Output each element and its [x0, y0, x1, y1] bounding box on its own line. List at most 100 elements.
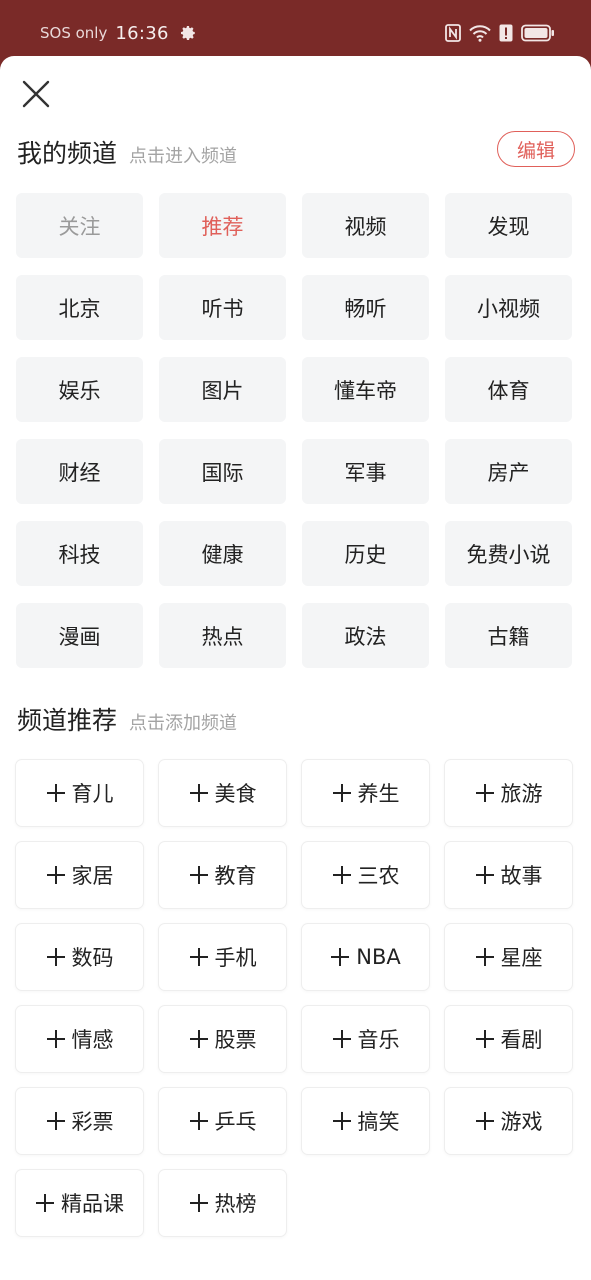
- my-channel-chip[interactable]: 发现: [445, 193, 572, 258]
- my-channel-chip[interactable]: 政法: [302, 603, 429, 668]
- recommended-channel-label: 精品课: [61, 1192, 124, 1216]
- recommended-channel-label: 养生: [357, 782, 400, 806]
- recommended-channel-label: 教育: [214, 864, 257, 888]
- my-channel-chip[interactable]: 古籍: [445, 603, 572, 668]
- alert-icon: [499, 24, 513, 42]
- recommended-channel-chip[interactable]: 游戏: [445, 1088, 572, 1154]
- plus-icon: [189, 1030, 208, 1048]
- my-channel-chip[interactable]: 视频: [302, 193, 429, 258]
- my-channel-chip[interactable]: 娱乐: [16, 357, 143, 422]
- plus-icon: [475, 948, 494, 966]
- carrier-text: SOS only: [40, 24, 108, 42]
- my-channel-chip[interactable]: 懂车帝: [302, 357, 429, 422]
- recommended-channel-label: 看剧: [500, 1028, 543, 1052]
- my-channel-chip[interactable]: 图片: [159, 357, 286, 422]
- my-channel-chip[interactable]: 财经: [16, 439, 143, 504]
- recommended-channel-label: NBA: [356, 945, 401, 969]
- my-channel-chip[interactable]: 听书: [159, 275, 286, 340]
- plus-icon: [189, 1112, 208, 1130]
- recommended-channel-chip[interactable]: 情感: [16, 1006, 143, 1072]
- plus-icon: [46, 1030, 65, 1048]
- nfc-icon: [445, 24, 461, 42]
- wifi-icon: [469, 25, 491, 42]
- plus-icon: [46, 866, 65, 884]
- recommended-channel-chip[interactable]: 旅游: [445, 760, 572, 826]
- plus-icon: [475, 1112, 494, 1130]
- recommended-title: 频道推荐: [17, 706, 118, 735]
- recommended-channel-chip[interactable]: 音乐: [302, 1006, 429, 1072]
- recommended-channel-chip[interactable]: 养生: [302, 760, 429, 826]
- recommended-channel-label: 情感: [71, 1028, 114, 1052]
- recommended-channel-chip[interactable]: 搞笑: [302, 1088, 429, 1154]
- recommended-channel-chip[interactable]: 数码: [16, 924, 143, 990]
- plus-icon: [332, 784, 351, 802]
- recommended-channel-label: 音乐: [357, 1028, 400, 1052]
- recommended-channel-chip[interactable]: 三农: [302, 842, 429, 908]
- recommended-channel-label: 美食: [214, 782, 257, 806]
- my-channel-chip[interactable]: 漫画: [16, 603, 143, 668]
- recommended-grid: 育儿 美食 养生 旅游家居 教育 三农 故事数码 手机 NBA 星座情感 股票 音乐 看剧彩票 乒乓 搞笑 游…: [16, 760, 574, 1236]
- recommended-channel-chip[interactable]: 乒乓: [159, 1088, 286, 1154]
- plus-icon: [46, 784, 65, 802]
- recommended-channel-chip[interactable]: 育儿: [16, 760, 143, 826]
- recommended-channel-label: 股票: [214, 1028, 257, 1052]
- channel-sheet: 我的频道 点击进入频道 编辑 关注 推荐 视频 发现 北京 听书 畅听 小视频 娱乐 图片 懂车帝体…: [0, 56, 591, 1280]
- my-channel-chip[interactable]: 北京: [16, 275, 143, 340]
- recommended-channel-chip[interactable]: 彩票: [16, 1088, 143, 1154]
- my-channel-chip[interactable]: 科技: [16, 521, 143, 586]
- my-channel-chip[interactable]: 小视频: [445, 275, 572, 340]
- plus-icon: [475, 866, 494, 884]
- clock: 16:36: [115, 22, 169, 44]
- recommended-channel-label: 数码: [71, 946, 114, 970]
- recommended-channel-chip[interactable]: 星座: [445, 924, 572, 990]
- recommended-channel-label: 旅游: [500, 782, 543, 806]
- plus-icon: [331, 948, 350, 966]
- recommended-channel-chip[interactable]: 教育: [159, 842, 286, 908]
- my-channel-chip[interactable]: 热点: [159, 603, 286, 668]
- my-channel-chip[interactable]: 畅听: [302, 275, 429, 340]
- plus-icon: [46, 1112, 65, 1130]
- my-channel-chip[interactable]: 健康: [159, 521, 286, 586]
- recommended-header: 频道推荐 点击添加频道: [17, 701, 237, 737]
- recommended-channel-chip[interactable]: 故事: [445, 842, 572, 908]
- status-right: [445, 21, 555, 45]
- recommended-channel-chip[interactable]: 精品课: [16, 1170, 143, 1236]
- recommended-channel-label: 彩票: [71, 1110, 114, 1134]
- my-channel-chip[interactable]: 免费小说: [445, 521, 572, 586]
- recommended-channel-label: 热榜: [214, 1192, 257, 1216]
- recommended-channel-label: 三农: [357, 864, 400, 888]
- plus-icon: [332, 866, 351, 884]
- close-button[interactable]: [18, 76, 54, 112]
- recommended-channel-label: 手机: [214, 946, 257, 970]
- my-channels-hint: 点击进入频道: [129, 146, 238, 167]
- recommended-channel-chip[interactable]: 美食: [159, 760, 286, 826]
- my-channel-chip[interactable]: 国际: [159, 439, 286, 504]
- recommended-channel-label: 家居: [71, 864, 114, 888]
- my-channel-chip[interactable]: 历史: [302, 521, 429, 586]
- plus-icon: [189, 784, 208, 802]
- plus-icon: [36, 1194, 54, 1212]
- my-channel-chip[interactable]: 推荐: [159, 193, 286, 258]
- recommended-channel-chip[interactable]: 家居: [16, 842, 143, 908]
- recommended-hint: 点击添加频道: [129, 713, 238, 734]
- recommended-channel-chip[interactable]: 热榜: [159, 1170, 286, 1236]
- my-channel-chip[interactable]: 体育: [445, 357, 572, 422]
- recommended-channel-label: 搞笑: [357, 1110, 400, 1134]
- my-channels-grid: 关注 推荐 视频 发现北京 听书 畅听 小视频娱乐 图片 懂车帝 体育财经 国际 军事 房产科技 健康 历史…: [16, 193, 574, 668]
- recommended-channel-label: 育儿: [71, 782, 114, 806]
- plus-icon: [46, 948, 65, 966]
- recommended-channel-chip[interactable]: 看剧: [445, 1006, 572, 1072]
- recommended-channel-label: 星座: [500, 946, 543, 970]
- recommended-channel-label: 故事: [500, 864, 543, 888]
- my-channel-chip[interactable]: 房产: [445, 439, 572, 504]
- recommended-channel-chip[interactable]: 手机: [159, 924, 286, 990]
- status-left: SOS only 16:36: [40, 21, 197, 45]
- my-channel-chip[interactable]: 军事: [302, 439, 429, 504]
- plus-icon: [189, 1194, 208, 1212]
- recommended-channel-chip[interactable]: NBA: [302, 924, 429, 990]
- recommended-channel-chip[interactable]: 股票: [159, 1006, 286, 1072]
- plus-icon: [189, 866, 208, 884]
- my-channel-chip[interactable]: 关注: [16, 193, 143, 258]
- edit-button[interactable]: 编辑: [497, 131, 575, 167]
- plus-icon: [189, 948, 208, 966]
